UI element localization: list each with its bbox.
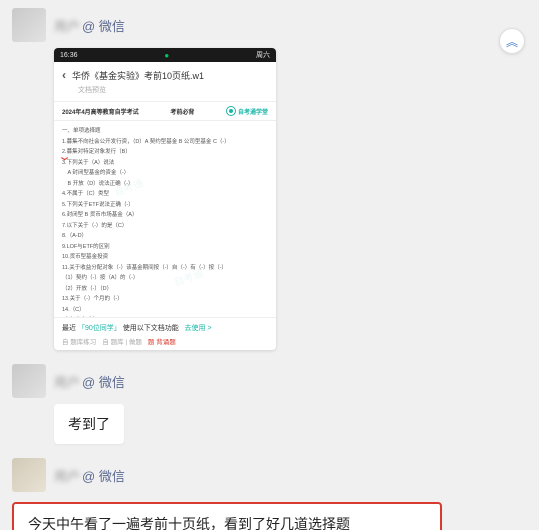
doc-line: 2.募集对特定对象发行（B） — [62, 148, 268, 157]
doc-header-left: 2024年4月高等教育自学考试 — [62, 107, 139, 116]
back-icon: ‹ — [62, 68, 66, 82]
status-time: 16:36 — [60, 52, 78, 59]
sender-hidden-name: 用户 — [54, 372, 80, 391]
sender-hidden-name: 用户 — [54, 16, 80, 35]
doc-line: 5.下列关于ETF说法正确（-） — [62, 201, 268, 210]
doc-line: 3.下列关于（A）说法 — [62, 159, 268, 168]
via-label: @ 微信 — [82, 372, 125, 391]
doc-line: 11.关于收益分配对象（-）该基金期间按（-）自（-）有（-）按（-） — [62, 264, 268, 273]
logo-icon — [226, 106, 236, 116]
sender-row: 用户 @ 微信 — [12, 8, 527, 42]
doc-line: （2）开放（-）（D） — [62, 285, 268, 294]
footer-tag: 题 背诵题 — [148, 336, 176, 346]
doc-line: 8.（A-D） — [62, 232, 268, 241]
doc-line: 13.关于（-）个月的（-） — [62, 295, 268, 304]
doc-line: 6.封闭型 B 货币市场基金（A） — [62, 211, 268, 220]
message-block: 用户 @ 微信 考到了 — [12, 364, 527, 444]
avatar[interactable] — [12, 8, 46, 42]
footer-action-link[interactable]: 去使用 > — [185, 325, 212, 332]
doc-footer: 最近 「90位同学」 使用以下文档功能 去使用 > 自 题库练习 自 题库 | … — [54, 317, 276, 350]
doc-line: A 封闭型基金的资金（-） — [62, 169, 268, 178]
status-network: 周六 — [256, 50, 270, 60]
doc-line: （1）（A）（-）B — [62, 316, 268, 317]
message-block: 用户 @ 微信 16:36 ● 周六 ‹ 华侨《基金实验》考前10页纸.w1 文… — [12, 8, 527, 350]
sender-row: 用户 @ 微信 — [12, 364, 527, 398]
doc-title: 华侨《基金实验》考前10页纸.w1 — [72, 69, 204, 82]
footer-tag: 自 题库 | 做题 — [102, 336, 142, 346]
doc-line: 9.LOF与ETF的区别 — [62, 243, 268, 252]
doc-line: （1）契约（-）按（A）的（-） — [62, 274, 268, 283]
doc-line: 10.货币型基金投资 — [62, 253, 268, 262]
sender-name: 用户 @ 微信 — [54, 372, 125, 391]
footer-tag: 自 题库练习 — [62, 336, 96, 346]
doc-subtitle: 文档预览 — [54, 85, 276, 101]
sender-name: 用户 @ 微信 — [54, 16, 125, 35]
avatar[interactable] — [12, 364, 46, 398]
doc-title-row: ‹ 华侨《基金实验》考前10页纸.w1 — [54, 62, 276, 85]
via-label: @ 微信 — [82, 16, 125, 35]
doc-body: ⌄ 自考通 自考通 一、单项选择题1.募集不向社会公开发行资，（D）A 契约型基… — [54, 121, 276, 317]
wechat-icon: ● — [164, 51, 169, 60]
sender-row: 用户 @ 微信 — [12, 458, 527, 492]
red-check-mark: ⌄ — [57, 149, 72, 166]
doc-header-mid: 考前必背 — [170, 107, 194, 116]
doc-line: 一、单项选择题 — [62, 127, 268, 136]
logo-text: 自考通学堂 — [238, 107, 268, 116]
doc-line: 14.（C） — [62, 306, 268, 315]
message-bubble-highlighted[interactable]: 今天中午看了一遍考前十页纸，看到了好几道选择题 — [12, 502, 442, 530]
doc-header-row: 2024年4月高等教育自学考试 考前必背 自考通学堂 — [54, 101, 276, 121]
avatar[interactable] — [12, 458, 46, 492]
sender-hidden-name: 用户 — [54, 466, 80, 485]
footer-main: 最近 「90位同学」 使用以下文档功能 去使用 > — [62, 323, 268, 333]
doc-line: 7.以下关于（-）的是（C） — [62, 222, 268, 231]
screenshot-attachment[interactable]: 16:36 ● 周六 ‹ 华侨《基金实验》考前10页纸.w1 文档预览 2024… — [54, 48, 276, 350]
doc-line: 1.募集不向社会公开发行资，（D）A 契约型基金 B 公司型基金 C（-） — [62, 138, 268, 147]
sender-name: 用户 @ 微信 — [54, 466, 125, 485]
message-bubble[interactable]: 考到了 — [54, 404, 124, 444]
doc-line: 4.不属于（C）类型 — [62, 190, 268, 199]
chevron-double-up-icon: ︽ — [506, 33, 518, 50]
brand-logo: 自考通学堂 — [226, 106, 268, 116]
doc-line: B 开放（D）说法正确（-） — [62, 180, 268, 189]
phone-status-bar: 16:36 ● 周六 — [54, 48, 276, 62]
message-block: 用户 @ 微信 今天中午看了一遍考前十页纸，看到了好几道选择题 — [12, 458, 527, 530]
chat-scroll-area[interactable]: 用户 @ 微信 16:36 ● 周六 ‹ 华侨《基金实验》考前10页纸.w1 文… — [0, 0, 539, 530]
collapse-button[interactable]: ︽ — [499, 28, 525, 54]
footer-tags: 自 题库练习 自 题库 | 做题 题 背诵题 — [62, 336, 268, 346]
via-label: @ 微信 — [82, 466, 125, 485]
